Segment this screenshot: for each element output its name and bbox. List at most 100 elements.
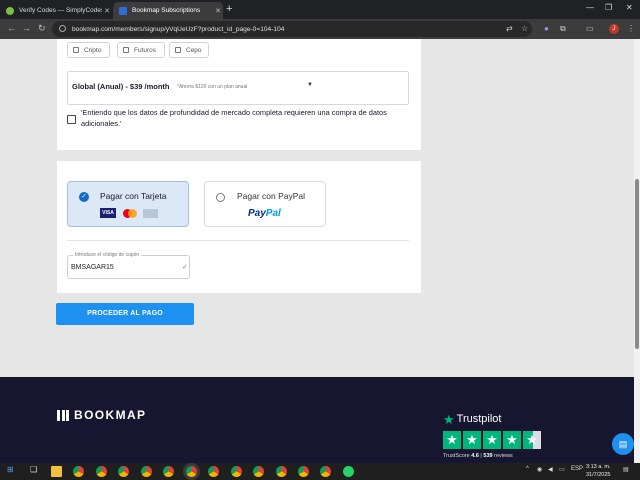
clock-date: 31/7/2025 [586,471,611,478]
address-bar[interactable]: bookmap.com/members/signup/yVqUeUzF?prod… [52,21,532,37]
star-icon: ★ [483,431,501,449]
minimize-icon[interactable]: — [586,3,594,12]
maximize-icon[interactable]: ❐ [605,3,612,12]
chrome-icon[interactable] [73,466,84,477]
extensions-puzzle-icon[interactable]: ⧉ [560,24,566,34]
network-icon[interactable]: ◉ [537,466,542,473]
tab-simplycodes[interactable]: Verify Codes — SimplyCodes ✕ [0,2,112,19]
paypal-option-label: Pagar con PayPal [237,191,306,201]
star-icon: ★ [443,431,461,449]
clock-time: 3:13 a. m. [586,464,611,470]
chrome-icon[interactable] [298,466,309,477]
filter-option-cripto[interactable]: Cripto [67,42,110,58]
checkbox[interactable] [73,47,79,53]
chrome-icon[interactable] [253,466,264,477]
close-window-icon[interactable]: ✕ [626,3,633,12]
coupon-input[interactable]: BMSAGAR15 [71,264,114,271]
page-scrollbar[interactable] [634,39,640,463]
bookmap-logo[interactable]: BOOKMAP [57,408,146,422]
plan-select[interactable]: Global (Anual) - $39 /month *Ahorra $120… [67,71,409,105]
payment-card: ✓ Pagar con Tarjeta VISA Pagar con PayPa… [57,161,421,293]
trustscore-text: TrustScore 4.6 | 539 reviews [443,453,513,459]
plan-savings-note: *Ahorra $120 con un plan anual [177,84,248,90]
visa-icon: VISA [100,208,116,218]
chrome-active-icon[interactable] [186,466,197,477]
proceed-to-payment-button[interactable]: PROCEDER AL PAGO [56,303,194,325]
plan-name: Global (Anual) - $39 /month [72,82,170,91]
new-tab-icon[interactable]: + [226,3,232,15]
chevron-down-icon[interactable]: ▼ [307,82,313,88]
notifications-icon[interactable]: ▤ [623,466,629,473]
trustpilot-header: ★ Trustpilot [443,413,501,426]
plan-card: Cripto Futuros Cepo Global (Anual) - $39… [57,39,421,150]
tab-title: Verify Codes — SimplyCodes [19,7,102,14]
checkbox[interactable] [175,47,181,53]
chrome-icon[interactable] [208,466,219,477]
bookmark-star-icon[interactable]: ☆ [521,24,528,33]
show-hidden-icons-icon[interactable]: ^ [526,466,529,472]
chat-bubble-icon[interactable]: ▤ [612,433,634,455]
translate-icon[interactable]: ⇄ [506,24,513,33]
pay-with-card-option[interactable]: ✓ Pagar con Tarjeta VISA [67,181,189,227]
browser-toolbar: ← → ↻ bookmap.com/members/signup/yVqUeUz… [0,19,640,39]
windows-start-icon[interactable]: ⊞ [7,465,14,474]
back-icon[interactable]: ← [7,23,16,33]
rating-stars: ★ ★ ★ ★ ★ [443,431,541,449]
filter-option-cepo[interactable]: Cepo [169,42,209,58]
battery-icon[interactable]: ▭ [559,466,565,473]
amex-icon [143,209,158,218]
forward-icon[interactable]: → [22,23,31,33]
filter-label: Futuros [134,46,157,54]
bookmap-logo-icon [57,409,69,421]
reload-icon[interactable]: ↻ [38,23,46,34]
card-option-label: Pagar con Tarjeta [100,191,167,201]
extension-icon[interactable]: ● [544,24,549,33]
profile-avatar[interactable]: J [609,24,619,34]
menu-dots-icon[interactable]: ⋮ [627,24,635,33]
side-panel-icon[interactable]: ▭ [586,24,594,33]
half-star-icon: ★ [523,431,541,449]
coupon-field[interactable]: Introduce el código de cupón BMSAGAR15 ✓ [67,252,190,279]
terms-checkbox[interactable] [67,115,76,124]
radio-button[interactable] [216,193,225,202]
chrome-icon[interactable] [141,466,152,477]
filter-label: Cripto [84,46,102,54]
browser-tab-bar: Verify Codes — SimplyCodes ✕ Bookmap Sub… [0,0,640,19]
filter-option-futuros[interactable]: Futuros [117,42,165,58]
task-view-icon[interactable]: ❏ [30,465,37,474]
brand-name: BOOKMAP [74,408,147,422]
coupon-label: Introduce el código de cupón [73,252,142,258]
checkbox[interactable] [123,47,129,53]
star-icon: ★ [463,431,481,449]
site-info-icon[interactable] [59,25,66,32]
simplycodes-favicon-icon [6,6,14,15]
radio-selected-check-icon[interactable]: ✓ [79,192,89,202]
tab-title: Bookmap Subscriptions [132,7,201,14]
file-explorer-icon[interactable] [51,466,62,477]
chrome-icon[interactable] [118,466,129,477]
trustpilot-name: Trustpilot [456,413,502,425]
whatsapp-icon[interactable] [343,466,354,477]
star-icon: ★ [503,431,521,449]
page-content: Cripto Futuros Cepo Global (Anual) - $39… [0,39,634,463]
volume-icon[interactable]: ◀ [548,466,553,473]
chrome-icon[interactable] [96,466,107,477]
system-clock[interactable]: 3:13 a. m. 31/7/2025 [586,464,610,479]
url-text[interactable]: bookmap.com/members/signup/yVqUeUzF?prod… [72,26,284,33]
check-icon: ✓ [182,264,188,271]
close-tab-icon[interactable]: ✕ [102,7,112,15]
scrollbar-thumb[interactable] [635,179,639,349]
chrome-icon[interactable] [276,466,287,477]
close-tab-icon[interactable]: ✕ [213,7,223,15]
chrome-icon[interactable] [320,466,331,477]
mastercard-icon [123,209,137,218]
chrome-icon[interactable] [231,466,242,477]
chrome-icon[interactable] [163,466,174,477]
site-footer: BOOKMAP ★ Trustpilot ★ ★ ★ ★ ★ TrustScore 4.… [0,377,634,463]
paypal-logo: PayPal [248,208,281,219]
windows-taskbar: ⊞ ❏ ^ ◉ ◀ ▭ ESP 3:13 a. m. 31/7/2025 ▤ [0,463,640,480]
pay-with-paypal-option[interactable]: Pagar con PayPal PayPal [204,181,326,227]
language-indicator[interactable]: ESP [571,466,583,472]
bookmap-favicon-icon [119,6,127,15]
tab-bookmap[interactable]: Bookmap Subscriptions ✕ [113,2,223,19]
